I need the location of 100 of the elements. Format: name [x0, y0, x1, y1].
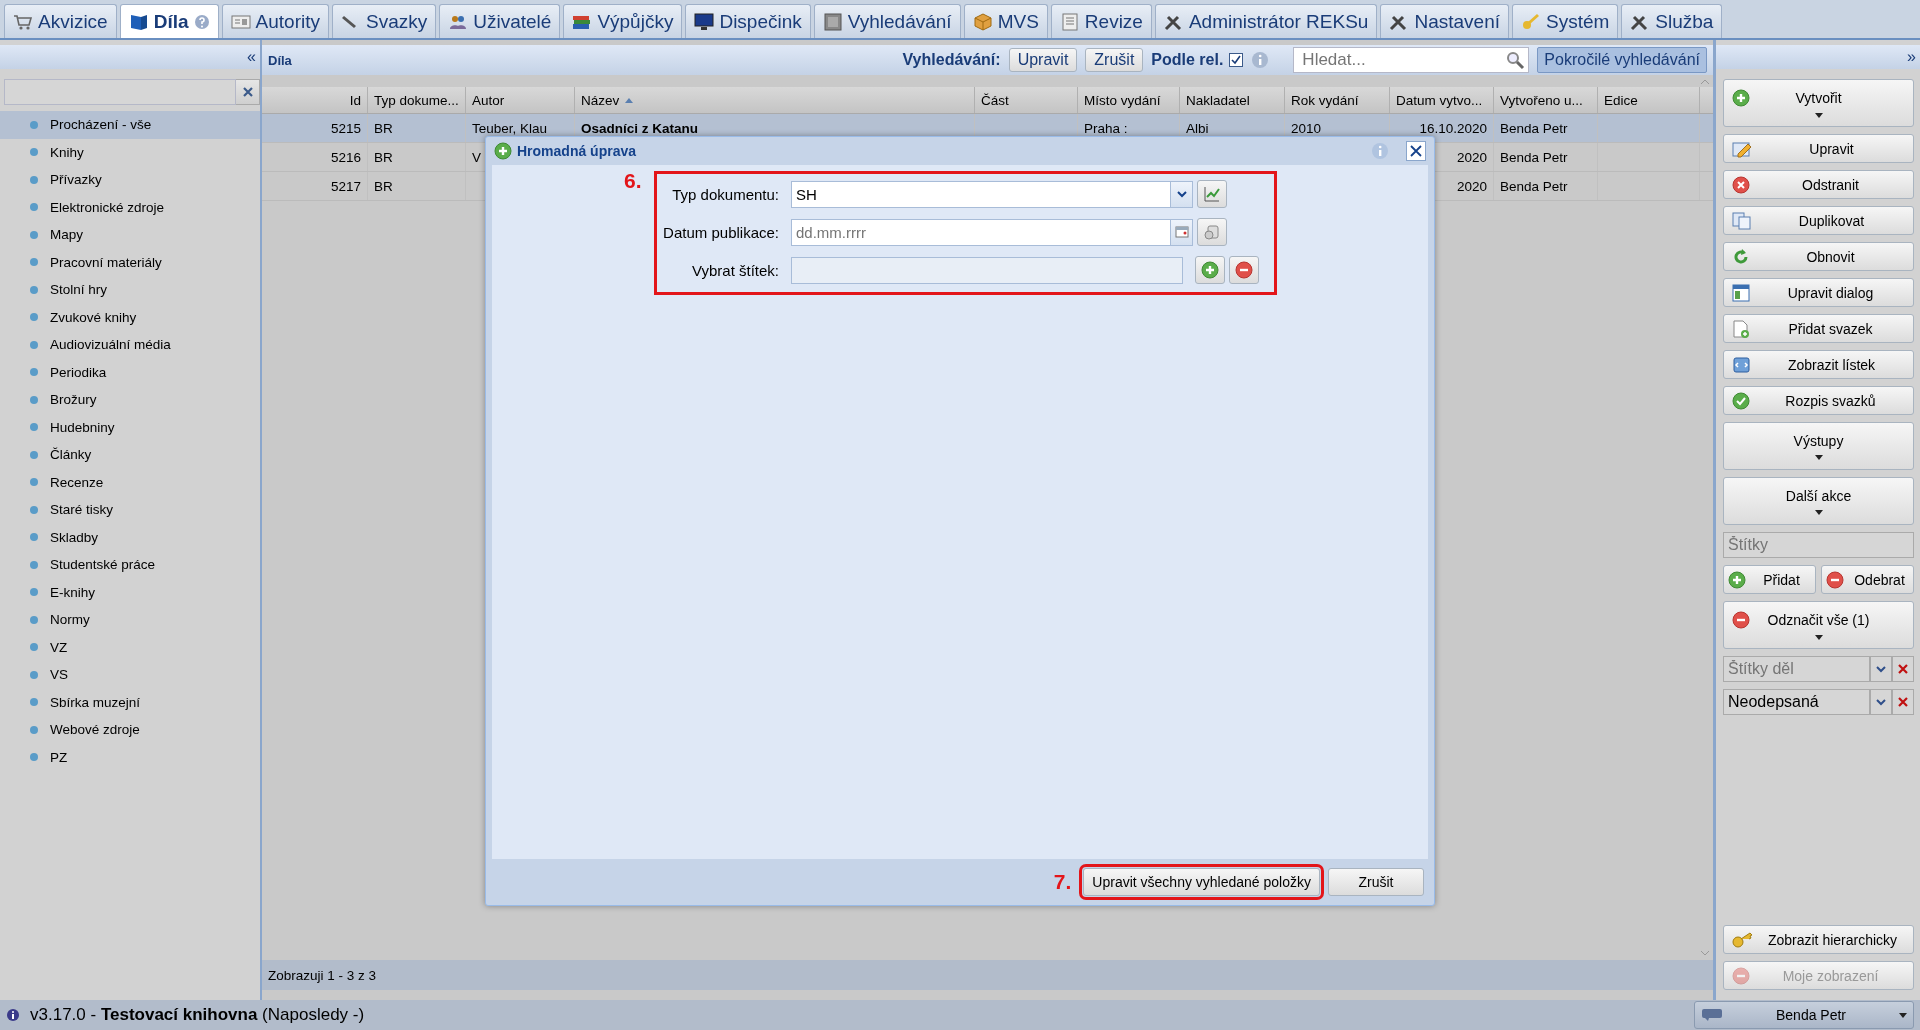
add-button[interactable] — [1195, 256, 1225, 284]
sidebar-item[interactable]: Normy — [0, 606, 260, 634]
collapse-button[interactable]: » — [1907, 48, 1916, 66]
sidebar-item[interactable]: Zvukové knihy — [0, 303, 260, 331]
calendar-button[interactable] — [1171, 218, 1193, 246]
action-button[interactable]: Odebrat — [1821, 565, 1914, 594]
sidebar-item[interactable]: Články — [0, 441, 260, 469]
table-cell: BR — [368, 114, 466, 142]
help-icon — [193, 13, 210, 30]
caret-icon — [1814, 509, 1823, 515]
close-button[interactable] — [1406, 141, 1426, 161]
menu-button[interactable]: Výstupy — [1723, 422, 1914, 470]
action-button[interactable]: Přidat — [1723, 565, 1816, 594]
stack-button[interactable] — [1197, 218, 1227, 246]
column-header[interactable]: Edice — [1598, 87, 1700, 113]
sidebar-item[interactable]: Elektronické zdroje — [0, 193, 260, 221]
advanced-search-button[interactable]: Pokročilé vyhledávání — [1537, 47, 1707, 73]
menu-button[interactable]: Další akce — [1723, 477, 1914, 525]
action-button[interactable]: Zobrazit hierarchicky — [1723, 925, 1914, 954]
tab[interactable]: Díla — [119, 4, 219, 38]
filter-field[interactable] — [4, 79, 236, 105]
sidebar-item[interactable]: Hudebniny — [0, 413, 260, 441]
column-header[interactable]: Autor — [466, 87, 575, 113]
action-button[interactable]: Rozpis svazků — [1723, 386, 1914, 415]
tags-field[interactable]: Štítky — [1723, 532, 1914, 558]
column-header[interactable]: Id — [262, 87, 368, 113]
search-field[interactable]: Hledat... — [1293, 47, 1530, 73]
sidebar-item[interactable]: Staré tisky — [0, 496, 260, 524]
table-cell: Benda Petr — [1494, 114, 1598, 142]
clear-button[interactable] — [1892, 689, 1914, 715]
dropdown-button[interactable] — [1870, 656, 1892, 682]
menu-button[interactable]: Vytvořit — [1723, 79, 1914, 127]
column-header[interactable]: Datum vytvo... — [1390, 87, 1494, 113]
combo-field[interactable]: Neodepsaná — [1723, 689, 1870, 715]
cancel-button[interactable]: Zrušit — [1328, 868, 1424, 896]
sidebar-item[interactable]: Recenze — [0, 468, 260, 496]
tab[interactable]: Uživatelé — [439, 4, 561, 38]
action-button[interactable]: Upravit — [1723, 134, 1914, 163]
combo-field[interactable]: Štítky děl — [1723, 656, 1870, 682]
sidebar-item[interactable]: VS — [0, 661, 260, 689]
sidebar-item[interactable]: Studentské práce — [0, 551, 260, 579]
remove-button[interactable] — [1229, 256, 1259, 284]
user-button[interactable]: Benda Petr — [1694, 1001, 1914, 1029]
sidebar-item[interactable]: Knihy — [0, 138, 260, 166]
sidebar-item[interactable]: Skladby — [0, 523, 260, 551]
chart-icon — [1203, 185, 1221, 203]
document-type-field[interactable]: SH — [791, 180, 1171, 208]
scroll-up-icon — [1700, 79, 1710, 85]
column-header[interactable]: Název — [575, 87, 975, 113]
chart-button[interactable] — [1197, 180, 1227, 208]
column-header[interactable]: Rok vydání — [1285, 87, 1390, 113]
sidebar-item[interactable]: Přívazky — [0, 166, 260, 194]
sidebar-item[interactable]: Pracovní materiály — [0, 248, 260, 276]
tab[interactable]: Autority — [221, 4, 329, 38]
relevance-checkbox[interactable] — [1229, 53, 1244, 67]
tab[interactable]: Výpůjčky — [563, 4, 683, 38]
dropdown-button[interactable] — [1870, 689, 1892, 715]
collapse-button[interactable]: « — [247, 48, 256, 66]
date-field[interactable]: dd.mm.rrrr — [791, 218, 1171, 246]
tab[interactable]: Akvizice — [4, 4, 117, 38]
tab[interactable]: Administrátor REKSu — [1154, 4, 1378, 38]
sidebar-item[interactable]: Stolní hry — [0, 276, 260, 304]
clear-button[interactable] — [236, 79, 260, 105]
tab[interactable]: Svazky — [331, 4, 437, 38]
sidebar-item[interactable]: Mapy — [0, 221, 260, 249]
tab[interactable]: Systém — [1512, 4, 1619, 38]
sidebar-item[interactable]: Procházení - vše — [0, 111, 260, 139]
sidebar-item[interactable]: VZ — [0, 633, 260, 661]
sidebar-item[interactable]: Periodika — [0, 358, 260, 386]
tab[interactable]: MVS — [963, 4, 1048, 38]
action-button[interactable]: Upravit dialog — [1723, 278, 1914, 307]
tab[interactable]: Vyhledávání — [813, 4, 961, 38]
sidebar-item[interactable]: PZ — [0, 743, 260, 771]
action-button[interactable]: Obnovit — [1723, 242, 1914, 271]
tab[interactable]: Služba — [1621, 4, 1723, 38]
sidebar-item[interactable]: Audiovizuální média — [0, 331, 260, 359]
sidebar-item[interactable]: Sbírka muzejní — [0, 688, 260, 716]
tab[interactable]: Revize — [1050, 4, 1152, 38]
column-header[interactable]: Část — [975, 87, 1078, 113]
toolbar-button[interactable]: Upravit — [1008, 48, 1078, 72]
action-button[interactable]: Přidat svazek — [1723, 314, 1914, 343]
action-button[interactable]: Zobrazit lístek — [1723, 350, 1914, 379]
column-header[interactable]: Nakladatel — [1180, 87, 1285, 113]
plus-icon — [1732, 88, 1750, 107]
clear-button[interactable] — [1892, 656, 1914, 682]
column-header[interactable]: Vytvořeno u... — [1494, 87, 1598, 113]
dropdown-button[interactable] — [1171, 180, 1193, 208]
toolbar-button[interactable]: Zrušit — [1085, 48, 1144, 72]
sidebar-item[interactable]: Brožury — [0, 386, 260, 414]
sidebar-item[interactable]: Webové zdroje — [0, 716, 260, 744]
tab[interactable]: Dispečink — [685, 4, 811, 38]
column-header[interactable]: Typ dokume... — [368, 87, 466, 113]
action-button[interactable]: Duplikovat — [1723, 206, 1914, 235]
menu-button[interactable]: Odznačit vše (1) — [1723, 601, 1914, 649]
action-button[interactable]: Odstranit — [1723, 170, 1914, 199]
column-header[interactable]: Místo vydání — [1078, 87, 1180, 113]
tag-field[interactable] — [791, 256, 1183, 284]
tab[interactable]: Nastavení — [1380, 4, 1509, 38]
chevron-down-icon — [1876, 698, 1886, 706]
sidebar-item[interactable]: E-knihy — [0, 578, 260, 606]
